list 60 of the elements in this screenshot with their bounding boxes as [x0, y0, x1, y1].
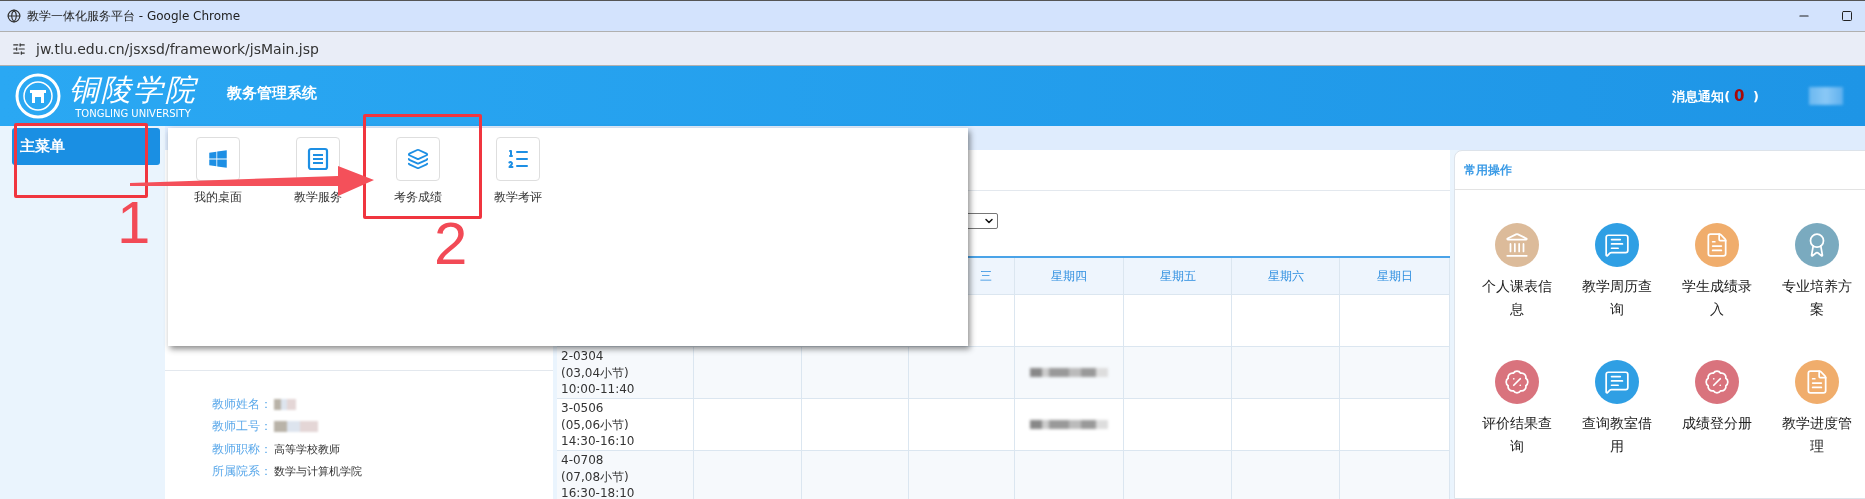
info-label: 所属院系：	[212, 463, 272, 481]
action-icon[interactable]	[1795, 360, 1839, 404]
info-label: 教师工号：	[212, 418, 272, 436]
action-icon[interactable]	[1695, 223, 1739, 267]
system-name: 教务管理系统	[227, 83, 317, 103]
menu-label[interactable]: 教学服务	[294, 189, 342, 206]
step-number: 1	[117, 193, 151, 253]
action-icon[interactable]	[1595, 223, 1639, 267]
action-label[interactable]: 个人课表信息	[1480, 275, 1554, 321]
menu-icon-button[interactable]	[196, 137, 240, 181]
university-seal-icon	[15, 73, 61, 119]
action-label[interactable]: 教学进度管理	[1780, 412, 1854, 458]
window-title: 教学一体化服务平台 - Google Chrome	[27, 7, 241, 25]
info-value: 数学与计算机学院	[274, 464, 362, 480]
numbered-list-icon	[506, 147, 530, 171]
info-value: 高等学校教师	[274, 441, 340, 457]
redacted-user-name	[1809, 87, 1843, 105]
panel-title: 常用操作	[1464, 161, 1512, 179]
site-settings-icon[interactable]	[12, 41, 26, 56]
menu-label[interactable]: 考务成绩	[394, 189, 442, 206]
menu-label[interactable]: 教学考评	[494, 189, 542, 206]
maximize-icon[interactable]	[1841, 10, 1853, 22]
action-label[interactable]: 成绩登分册	[1680, 412, 1754, 435]
document-icon	[1804, 369, 1830, 395]
bank-icon	[1504, 232, 1530, 258]
chat-icon	[1604, 232, 1630, 258]
action-icon[interactable]	[1695, 360, 1739, 404]
time-slot-cell: 3-0506 (05,06小节) 14:30-16:10	[557, 399, 694, 451]
layers-icon	[407, 148, 429, 170]
logo-subtitle: TONGLING UNIVERSITY	[75, 108, 191, 120]
action-icon[interactable]	[1595, 360, 1639, 404]
action-icon[interactable]	[1495, 360, 1539, 404]
column-header: 星期六	[1232, 258, 1340, 295]
windows-icon	[208, 149, 228, 169]
action-icon[interactable]	[1495, 223, 1539, 267]
percent-badge-icon	[1704, 369, 1730, 395]
document-icon	[307, 147, 329, 171]
step-number: 2	[434, 214, 468, 274]
action-label[interactable]: 评价结果查询	[1480, 412, 1554, 458]
chat-icon	[1604, 369, 1630, 395]
column-header: 星期五	[1124, 258, 1232, 295]
time-slot-cell: 2-0304 (03,04小节) 10:00-11:40	[557, 347, 694, 399]
action-label[interactable]: 专业培养方案	[1780, 275, 1854, 321]
logo-text: 铜陵学院	[69, 72, 197, 108]
percent-badge-icon	[1504, 369, 1530, 395]
column-header: 星期日	[1340, 258, 1450, 295]
time-slot-cell: 4-0708 (07,08小节) 16:30-18:10	[557, 451, 694, 499]
column-header: 星期四	[1015, 258, 1124, 295]
action-label[interactable]: 教学周历查询	[1580, 275, 1654, 321]
menu-icon-button[interactable]	[496, 137, 540, 181]
action-label[interactable]: 查询教室借用	[1580, 412, 1654, 458]
menu-label[interactable]: 我的桌面	[194, 189, 242, 206]
info-label: 教师姓名：	[212, 395, 272, 413]
address-url[interactable]: jw.tlu.edu.cn/jsxsd/framework/jsMain.jsp	[36, 40, 319, 57]
action-icon[interactable]	[1795, 223, 1839, 267]
menu-icon-button[interactable]	[396, 137, 440, 181]
info-label: 教师职称：	[212, 440, 272, 458]
globe-icon	[7, 9, 21, 23]
document-icon	[1704, 232, 1730, 258]
action-label[interactable]: 学生成绩录入	[1680, 275, 1754, 321]
